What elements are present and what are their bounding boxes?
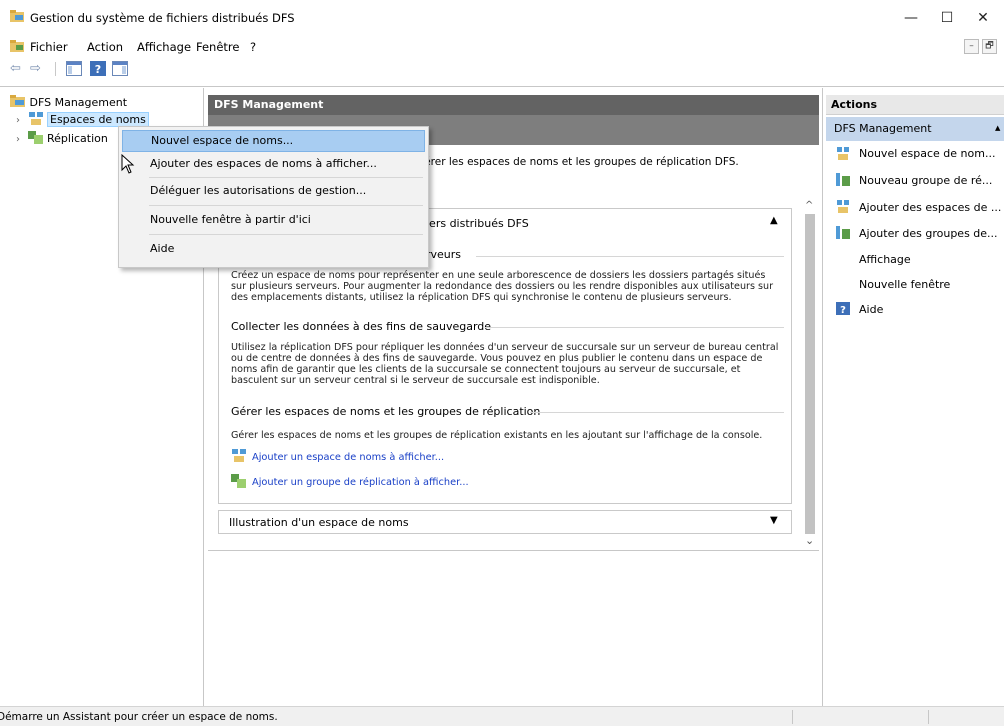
svg-text:?: ?	[95, 63, 101, 76]
add-namespace-link[interactable]: Ajouter un espace de noms à afficher...	[252, 452, 444, 463]
ctx-separator	[149, 234, 423, 235]
mmc-icon	[10, 40, 24, 52]
center-scrollbar[interactable]: ^ ⌄	[801, 200, 818, 547]
center-pane-header: DFS Management	[208, 95, 819, 115]
ctx-separator	[149, 205, 423, 206]
help-icon[interactable]: ?	[90, 61, 106, 76]
status-bar: Démarre un Assistant pour créer un espac…	[0, 706, 1004, 726]
menu-fichier[interactable]: Fichier	[30, 40, 68, 54]
collapse-triangle-icon[interactable]: ▲	[770, 215, 778, 226]
add-replication-group-icon	[231, 474, 246, 488]
expand-chevron-icon[interactable]: ›	[16, 134, 20, 145]
action-new-namespace[interactable]: Nouvel espace de nom...	[859, 147, 995, 160]
svg-text:?: ?	[840, 305, 846, 315]
expand-chevron-icon[interactable]: ›	[16, 115, 20, 126]
subsection-body: Créez un espace de noms pour représenter…	[231, 270, 774, 303]
tree-item-dfs-management[interactable]: DFS Management	[10, 95, 127, 111]
menu-help[interactable]: ?	[250, 40, 256, 54]
overview-section-title: iers distribués DFS	[426, 217, 529, 230]
show-hide-action-pane-icon[interactable]	[112, 61, 128, 76]
ctx-delegate-permissions[interactable]: Déléguer les autorisations de gestion...	[122, 180, 425, 202]
context-menu: Nouvel espace de noms... Ajouter des esp…	[118, 126, 429, 268]
back-arrow-icon[interactable]: ⇦	[10, 61, 21, 76]
help-icon: ?	[836, 302, 850, 315]
tree-label: Espaces de noms	[47, 112, 149, 127]
illustration-section-title: Illustration d'un espace de noms	[229, 516, 409, 529]
add-replication-groups-icon	[836, 226, 850, 239]
close-button[interactable]: ✕	[968, 6, 998, 30]
subsection-rule	[476, 256, 784, 257]
status-divider	[792, 710, 793, 724]
title-bar: Gestion du système de fichiers distribué…	[0, 0, 1004, 36]
expand-triangle-icon[interactable]: ▼	[770, 515, 778, 526]
status-divider	[928, 710, 929, 724]
ctx-separator	[149, 177, 423, 178]
new-replication-group-icon	[836, 173, 850, 186]
ctx-new-window[interactable]: Nouvelle fenêtre à partir d'ici	[122, 209, 425, 231]
tree-label: DFS Management	[29, 96, 128, 109]
actions-section-label: DFS Management	[834, 122, 932, 135]
tree-item-replication[interactable]: › Réplication	[16, 131, 108, 147]
action-add-namespaces[interactable]: Ajouter des espaces de ...	[859, 201, 1001, 214]
toolbar-separator	[55, 62, 56, 76]
menu-fenetre[interactable]: Fenêtre	[196, 40, 239, 54]
actions-collapse-icon[interactable]: ▲	[995, 124, 1000, 132]
mdi-minimize-button[interactable]: –	[964, 39, 979, 54]
window-title: Gestion du système de fichiers distribué…	[30, 11, 295, 25]
scroll-thumb[interactable]	[805, 214, 815, 534]
add-namespace-icon	[232, 449, 246, 462]
maximize-button[interactable]: ☐	[932, 6, 962, 30]
mouse-cursor-icon	[121, 154, 135, 174]
minimize-button[interactable]: —	[896, 6, 926, 30]
scroll-down-icon[interactable]: ⌄	[805, 534, 814, 547]
action-add-replication-groups[interactable]: Ajouter des groupes de...	[859, 227, 998, 240]
action-new-replication-group[interactable]: Nouveau groupe de ré...	[859, 174, 992, 187]
actions-section-dfs-management[interactable]: DFS Management	[826, 117, 1004, 141]
subsection-heading: Gérer les espaces de noms et les groupes…	[231, 405, 541, 418]
dfs-management-icon	[10, 95, 25, 107]
menu-affichage[interactable]: Affichage	[137, 40, 191, 54]
mdi-restore-button[interactable]: 🗗	[982, 39, 997, 54]
ctx-add-namespaces[interactable]: Ajouter des espaces de noms à afficher..…	[122, 153, 425, 175]
new-namespace-icon	[837, 147, 849, 160]
subsection-body: Gérer les espaces de noms et les groupes…	[231, 430, 763, 441]
toolbar: ⇦ ⇨ ?	[0, 58, 1004, 80]
action-help[interactable]: Aide	[859, 303, 883, 316]
actions-header: Actions	[826, 95, 1004, 115]
action-new-window[interactable]: Nouvelle fenêtre	[859, 278, 950, 291]
add-namespaces-icon	[837, 200, 849, 213]
subsection-rule	[530, 412, 784, 413]
subsection-body: Utilisez la réplication DFS pour répliqu…	[231, 342, 779, 386]
subsection-heading: Collecter les données à des fins de sauv…	[231, 320, 492, 333]
actions-pane-divider	[822, 88, 823, 706]
subsection-heading: rveurs	[426, 248, 462, 261]
show-hide-tree-icon[interactable]	[66, 61, 82, 76]
scroll-up-icon[interactable]: ^	[805, 200, 813, 211]
namespace-icon	[28, 112, 43, 125]
ctx-help[interactable]: Aide	[122, 238, 425, 260]
dfs-app-icon	[10, 10, 24, 22]
menu-action[interactable]: Action	[87, 40, 123, 54]
replication-icon	[27, 131, 43, 144]
action-view[interactable]: Affichage	[859, 253, 911, 266]
add-replication-group-link[interactable]: Ajouter un groupe de réplication à affic…	[252, 477, 469, 488]
center-scroll-bottom-border	[208, 550, 819, 551]
status-text: Démarre un Assistant pour créer un espac…	[0, 711, 278, 723]
subsection-rule	[485, 327, 784, 328]
menu-bar: Fichier Action Affichage Fenêtre ?	[0, 36, 1004, 58]
forward-arrow-icon[interactable]: ⇨	[30, 61, 41, 76]
tree-label: Réplication	[47, 132, 108, 145]
frame-top-border	[0, 86, 1004, 87]
ctx-new-namespace[interactable]: Nouvel espace de noms...	[122, 130, 425, 152]
